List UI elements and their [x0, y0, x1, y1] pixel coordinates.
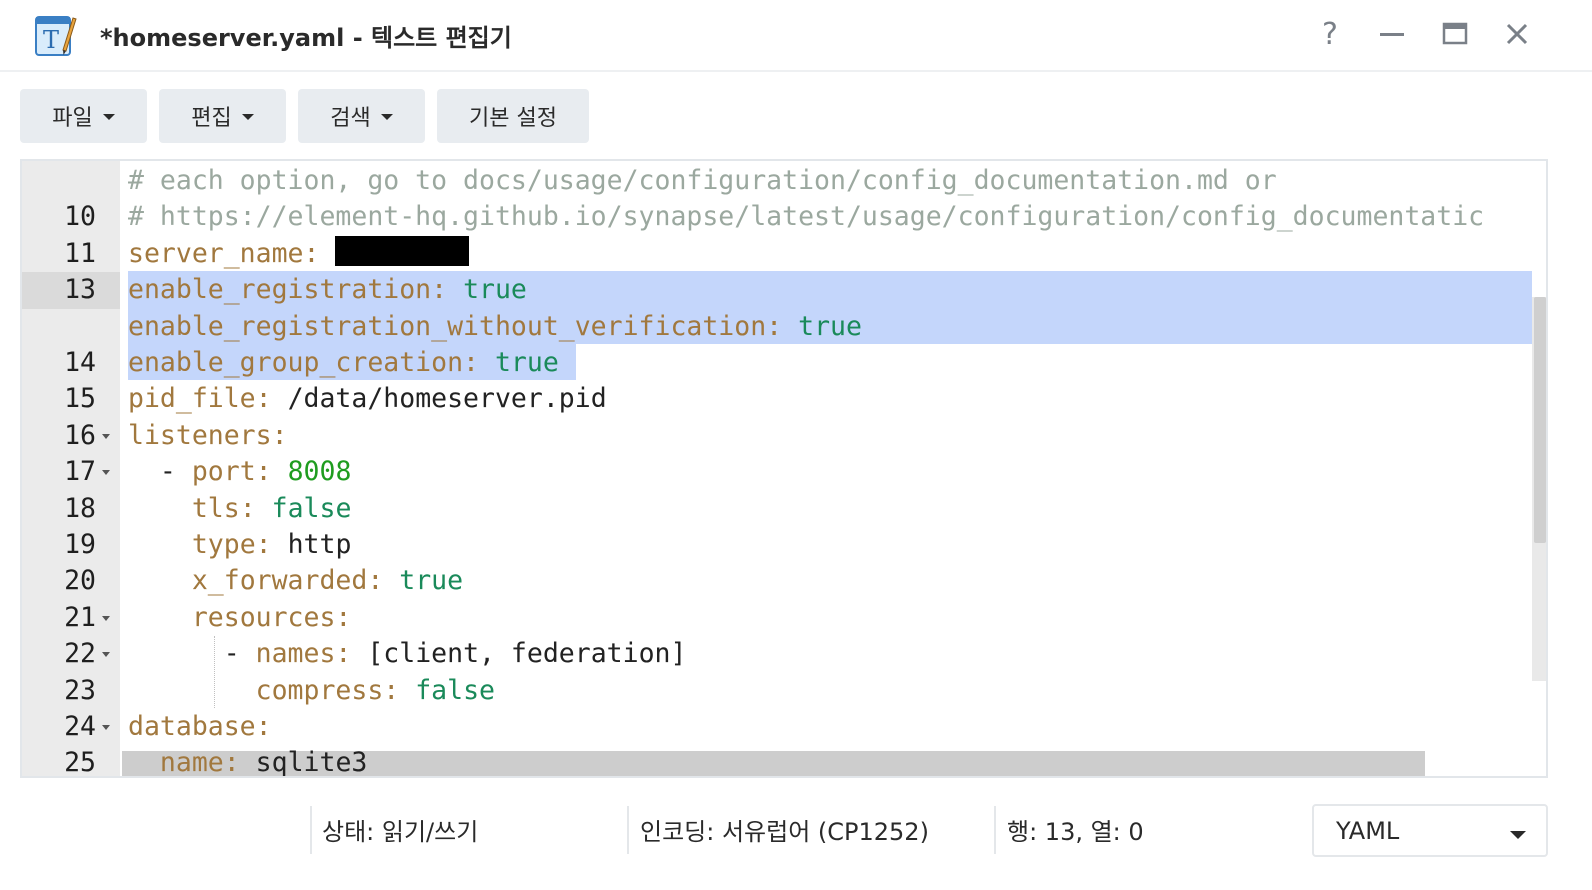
fold-toggle-icon[interactable] — [102, 470, 110, 476]
comment-text: # each option, go to docs/usage/configur… — [128, 165, 1277, 196]
chevron-down-icon — [241, 114, 254, 120]
fold-toggle-icon[interactable] — [102, 433, 110, 439]
code-line: 18 - port: 8008 — [22, 454, 1546, 523]
status-divider — [627, 806, 629, 854]
code-line: 17 listeners: — [22, 418, 1546, 487]
code-line: 26 name: sqlite3 — [22, 745, 1546, 778]
redacted-value — [335, 236, 470, 267]
search-menu-label: 검색 — [330, 106, 371, 131]
language-select-value: YAML — [1336, 817, 1400, 845]
minimize-button[interactable] — [1372, 14, 1412, 54]
edit-menu-button[interactable]: 편집 — [159, 89, 286, 143]
code-line: 16 pid_file: /data/homeserver.pid — [22, 381, 1546, 450]
status-encoding: 인코딩: 서유럽어 (CP1252) — [640, 818, 929, 846]
code-editor[interactable]: 10 # each option, go to docs/usage/confi… — [20, 159, 1548, 778]
code-line: 10 # each option, go to docs/usage/confi… — [22, 163, 1546, 232]
yaml-value: false — [415, 674, 495, 706]
code-line: 11 # https://element-hq.github.io/synaps… — [22, 199, 1546, 268]
line-number-active: 13 — [22, 272, 120, 309]
yaml-key: enable_group_creation: — [128, 347, 479, 378]
code-line: 19 tls: false — [22, 491, 1546, 560]
fold-toggle-icon[interactable] — [102, 615, 110, 621]
indent-prefix — [128, 602, 192, 633]
file-menu-label: 파일 — [52, 106, 93, 131]
file-menu-button[interactable]: 파일 — [20, 89, 147, 143]
yaml-key: enable_registration_without_verification… — [128, 310, 783, 342]
fold-toggle-icon[interactable] — [102, 652, 110, 658]
code-line: 22 resources: — [22, 600, 1546, 669]
preferences-label: 기본 설정 — [469, 106, 557, 131]
yaml-key: type: — [191, 529, 272, 560]
vertical-scrollbar-thumb[interactable] — [1534, 297, 1546, 543]
indent-prefix — [128, 565, 192, 596]
yaml-key: server_name: — [128, 237, 320, 269]
status-cursor-position: 행: 13, 열: 0 — [1007, 818, 1144, 846]
indent-prefix — [128, 747, 160, 776]
indent-prefix: - — [128, 638, 256, 670]
search-menu-button[interactable]: 검색 — [298, 89, 425, 143]
yaml-value: /data/homeserver.pid — [287, 383, 607, 415]
yaml-value: true — [494, 347, 559, 378]
yaml-key: database: — [128, 711, 272, 742]
code-line: 25 database: — [22, 709, 1546, 776]
code-line: 21 x_forwarded: true — [22, 563, 1546, 632]
yaml-key: resources: — [191, 601, 352, 633]
code-line: 23 - names: [client, federation] — [22, 636, 1546, 705]
code-line: 20 type: http — [22, 527, 1546, 596]
indent-prefix — [128, 529, 192, 560]
code-line: 24 compress: false — [22, 673, 1546, 742]
status-divider — [310, 806, 312, 854]
yaml-value: true — [399, 565, 464, 597]
code-line: 14 enable_registration_without_verificat… — [22, 309, 1546, 378]
chevron-down-icon — [102, 114, 115, 120]
yaml-key: port: — [191, 456, 272, 488]
code-line: 15 enable_group_creation: true — [22, 345, 1546, 414]
code-line: 12 server_name: — [22, 236, 1546, 305]
text-editor-app-icon: T — [33, 12, 77, 58]
yaml-key: enable_registration: — [128, 274, 448, 306]
comment-text: # https://element-hq.github.io/synapse/l… — [128, 201, 1485, 233]
status-divider — [994, 806, 996, 854]
yaml-key: listeners: — [128, 419, 288, 451]
close-button[interactable] — [1497, 14, 1537, 54]
help-icon[interactable]: ? — [1310, 14, 1350, 54]
indent-prefix — [128, 675, 256, 706]
yaml-value: true — [463, 274, 527, 306]
yaml-key: name: — [159, 747, 240, 778]
title-bar: T *homeserver.yaml - 텍스트 편집기 ? — [0, 0, 1592, 72]
yaml-value: true — [798, 310, 862, 342]
indent-prefix: - — [128, 456, 192, 488]
yaml-key: compress: — [255, 674, 400, 706]
chevron-down-icon — [1510, 831, 1526, 839]
code-line: 13 enable_registration: true — [22, 272, 1546, 309]
chevron-down-icon — [380, 114, 393, 120]
yaml-value: 8008 — [287, 456, 352, 488]
yaml-value: false — [271, 492, 352, 524]
yaml-key: pid_file: — [128, 383, 272, 415]
edit-menu-label: 편집 — [191, 106, 232, 131]
yaml-value: http — [287, 529, 352, 560]
yaml-value: sqlite3 — [255, 747, 368, 778]
window-title: *homeserver.yaml - 텍스트 편집기 — [100, 24, 512, 52]
svg-text:T: T — [43, 26, 59, 54]
maximize-button[interactable] — [1435, 14, 1475, 54]
yaml-key: tls: — [191, 492, 256, 524]
fold-toggle-icon[interactable] — [102, 725, 110, 730]
yaml-key: x_forwarded: — [191, 565, 384, 597]
status-read-write: 상태: 읽기/쓰기 — [322, 818, 479, 846]
yaml-value: [client, federation] — [367, 638, 687, 670]
language-select[interactable]: YAML — [1312, 804, 1548, 857]
yaml-key: names: — [255, 638, 352, 670]
preferences-button[interactable]: 기본 설정 — [437, 89, 589, 143]
indent-prefix — [128, 493, 192, 524]
